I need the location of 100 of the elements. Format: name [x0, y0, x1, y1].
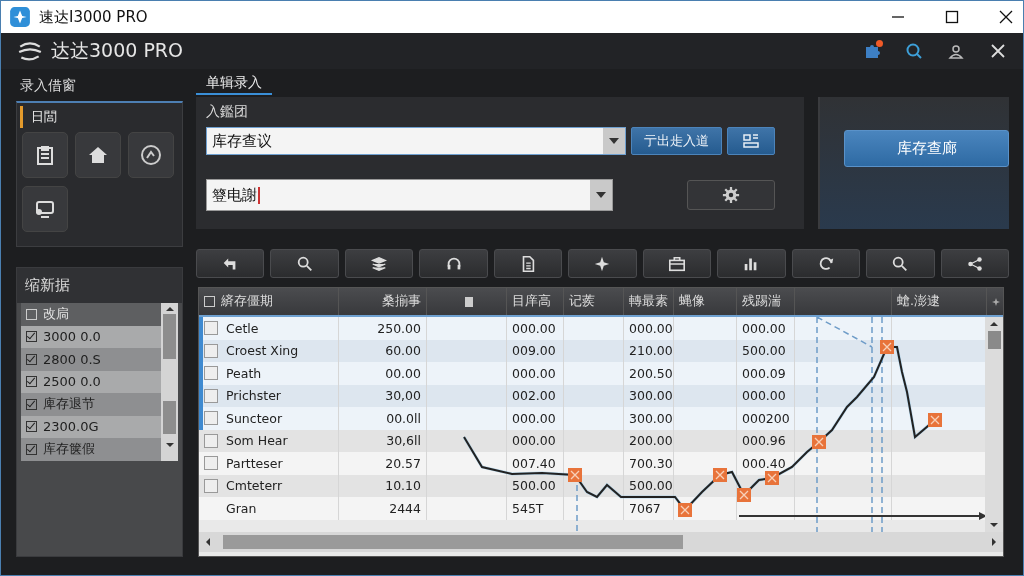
- stack-icon[interactable]: [344, 249, 414, 278]
- form-label: 入鑑团: [206, 103, 249, 121]
- checkbox[interactable]: [204, 321, 218, 336]
- checkbox[interactable]: [26, 331, 37, 343]
- table-row[interactable]: Partteser 20.57 007.40 700.30 000.40: [199, 452, 985, 475]
- table-row[interactable]: Suncteor 00.0ll 000.00 300.00 000200: [199, 407, 985, 430]
- checkbox[interactable]: [204, 411, 218, 426]
- close-icon[interactable]: [999, 10, 1013, 24]
- table-cell: 10.10: [385, 478, 421, 494]
- table-cell: 7067: [629, 500, 661, 516]
- home-icon[interactable]: [75, 132, 121, 178]
- sparkle-icon[interactable]: [568, 249, 637, 278]
- table-row[interactable]: Peath 00.00 000.00 200.50 000.09: [199, 362, 985, 385]
- star-icon[interactable]: [992, 296, 1000, 307]
- column-header[interactable]: 螥.澎逮: [897, 293, 940, 310]
- briefcase-icon[interactable]: [642, 249, 712, 278]
- column-header[interactable]: 目庠高: [512, 293, 551, 310]
- puzzle-icon[interactable]: [863, 42, 881, 60]
- table-cell: 000.00: [512, 320, 556, 336]
- maximize-icon[interactable]: [945, 10, 959, 24]
- column-header[interactable]: 桑揃事: [382, 293, 421, 310]
- table-cell: Prichster: [226, 388, 281, 404]
- table-cell: 30,6ll: [386, 433, 421, 449]
- list-item-label: 2300.0G: [43, 419, 99, 435]
- scroll-right-icon[interactable]: [991, 537, 997, 547]
- table-row[interactable]: Cetle 250.00 000.00 000.00 000.00: [199, 317, 985, 340]
- scroll-down-icon[interactable]: [989, 522, 999, 528]
- checkbox[interactable]: [26, 398, 37, 410]
- list-item-label: 2800 0.S: [43, 351, 101, 367]
- data-point: [928, 413, 942, 427]
- share-icon[interactable]: [940, 249, 1009, 278]
- action-button[interactable]: 亍出歨入道: [631, 127, 722, 155]
- monitor-icon[interactable]: [22, 186, 68, 232]
- clipboard-icon[interactable]: [22, 132, 68, 178]
- combo-box[interactable]: 簦电謝: [206, 179, 613, 211]
- list-item[interactable]: 2500 0.0: [21, 370, 161, 393]
- checkbox[interactable]: [204, 456, 218, 471]
- list-item-label: 库存箧假: [43, 440, 95, 459]
- document-icon[interactable]: [493, 249, 563, 278]
- scroll-left-icon[interactable]: [205, 537, 211, 547]
- column-header[interactable]: 残踢湍: [742, 293, 781, 310]
- combo-box[interactable]: 库存查议: [206, 127, 626, 155]
- search-icon[interactable]: [270, 249, 339, 278]
- list-item[interactable]: 2300.0G: [21, 415, 161, 438]
- scrollbar-thumb[interactable]: [163, 401, 176, 434]
- search-icon[interactable]: [905, 42, 923, 60]
- list-item[interactable]: 3000 0.0: [21, 325, 161, 348]
- query-button[interactable]: 库存查廊: [844, 130, 1009, 167]
- checkbox[interactable]: [204, 366, 218, 381]
- table-cell: 60.00: [385, 343, 421, 359]
- table-cell: 007.40: [512, 455, 556, 471]
- table-cell: 000.96: [742, 433, 786, 449]
- column-header[interactable]: 緕存僵期: [221, 293, 273, 310]
- checkbox[interactable]: [26, 443, 37, 455]
- panel-title: 缩新据: [17, 268, 182, 303]
- checkbox[interactable]: [26, 376, 37, 388]
- checkbox[interactable]: [26, 353, 37, 365]
- scroll-down-icon[interactable]: [164, 442, 175, 448]
- refresh-icon[interactable]: [791, 249, 861, 278]
- table-cell: Partteser: [226, 455, 283, 471]
- column-header[interactable]: 记蒺: [569, 293, 595, 310]
- scroll-up-icon[interactable]: [989, 321, 999, 327]
- scrollbar-thumb[interactable]: [987, 331, 1001, 349]
- checkbox[interactable]: [204, 433, 218, 448]
- close-icon[interactable]: [989, 42, 1007, 60]
- table-cell: 500.00: [512, 478, 556, 494]
- scrollbar-thumb[interactable]: [163, 314, 176, 359]
- checkbox[interactable]: [26, 421, 37, 433]
- table-cell: 500.00: [742, 343, 786, 359]
- table-cell: 000.00: [512, 365, 556, 381]
- column-header[interactable]: 蝿像: [679, 293, 705, 310]
- data-point: [678, 503, 692, 517]
- column-header[interactable]: 轉最素: [629, 293, 668, 310]
- scrollbar-thumb[interactable]: [223, 535, 683, 549]
- panel-tab[interactable]: 日閭: [20, 106, 65, 128]
- checkbox[interactable]: [204, 478, 218, 493]
- headset-icon[interactable]: [419, 249, 488, 278]
- list-item[interactable]: 庳存退节: [21, 393, 161, 416]
- scroll-up-icon[interactable]: [164, 306, 175, 312]
- bar-chart-icon[interactable]: [717, 249, 786, 278]
- checkbox[interactable]: [204, 388, 218, 403]
- list-item[interactable]: 库存箧假: [21, 438, 161, 461]
- scrollbar[interactable]: [199, 532, 1003, 552]
- brand-logo-icon: [17, 40, 43, 62]
- scrollbar[interactable]: [161, 303, 178, 461]
- table-row[interactable]: Gran 2444 545T 7067: [199, 497, 985, 520]
- table-cell: 200.00: [629, 433, 673, 449]
- table-cell: 000.00: [742, 388, 786, 404]
- back-icon[interactable]: [196, 249, 265, 278]
- tab[interactable]: 单辑录入: [196, 73, 272, 95]
- table-row[interactable]: Prichster 30,00 002.00 300.00 000.00: [199, 384, 985, 407]
- table-cell: Peath: [226, 365, 262, 381]
- list-item-label: 庳存退节: [43, 395, 95, 414]
- scrollbar[interactable]: [985, 317, 1003, 532]
- grid-icon[interactable]: [727, 127, 775, 155]
- list-item[interactable]: 2800 0.S: [21, 348, 161, 371]
- settings-icon[interactable]: [687, 180, 775, 210]
- table-cell: 300.00: [629, 388, 673, 404]
- checkbox[interactable]: [204, 343, 218, 358]
- search-icon[interactable]: [866, 249, 935, 278]
